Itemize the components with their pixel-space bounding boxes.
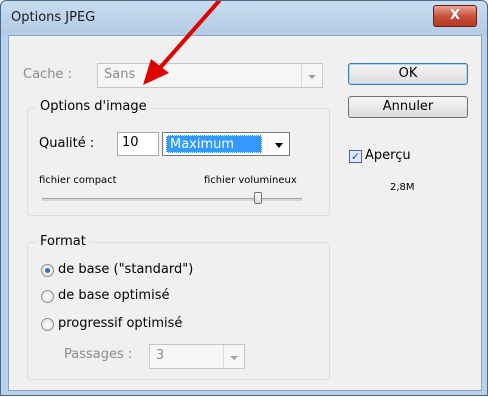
annotation-arrow: [143, 1, 221, 85]
jpeg-options-dialog: Options JPEG X Cache : Sans OK Annuler ✓…: [0, 0, 488, 396]
